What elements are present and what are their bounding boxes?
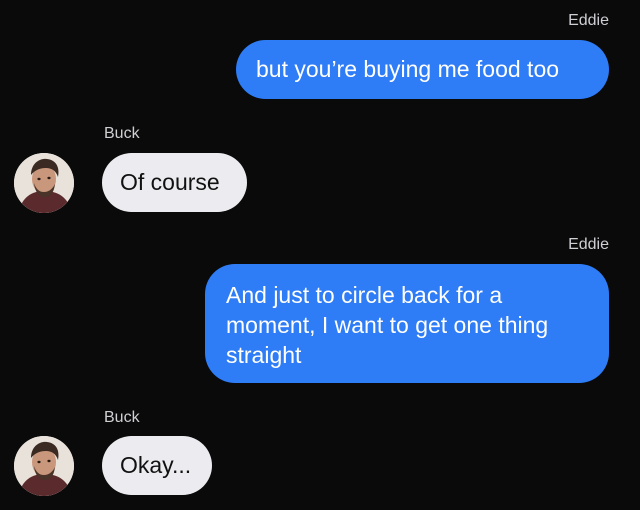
sender-name-buck: Buck <box>104 125 140 142</box>
outgoing-message-bubble[interactable]: And just to circle back for a moment, I … <box>205 264 626 384</box>
message-text: And just to circle back for a moment, I … <box>226 282 549 368</box>
message-text: but you’re buying me food too <box>256 56 560 82</box>
sender-name-eddie: Eddie <box>568 236 609 253</box>
buck-avatar-icon <box>14 436 74 496</box>
avatar[interactable] <box>14 153 74 213</box>
buck-avatar-icon <box>14 153 74 213</box>
incoming-message-bubble[interactable]: Okay... <box>85 436 212 496</box>
incoming-message-bubble[interactable]: Of course <box>85 153 247 213</box>
avatar[interactable] <box>14 436 74 496</box>
sender-name-eddie: Eddie <box>568 12 609 29</box>
outgoing-message-bubble[interactable]: but you’re buying me food too <box>236 40 626 100</box>
message-text: Okay... <box>120 452 192 478</box>
message-text: Of course <box>120 169 220 195</box>
sender-name-buck: Buck <box>104 409 140 426</box>
